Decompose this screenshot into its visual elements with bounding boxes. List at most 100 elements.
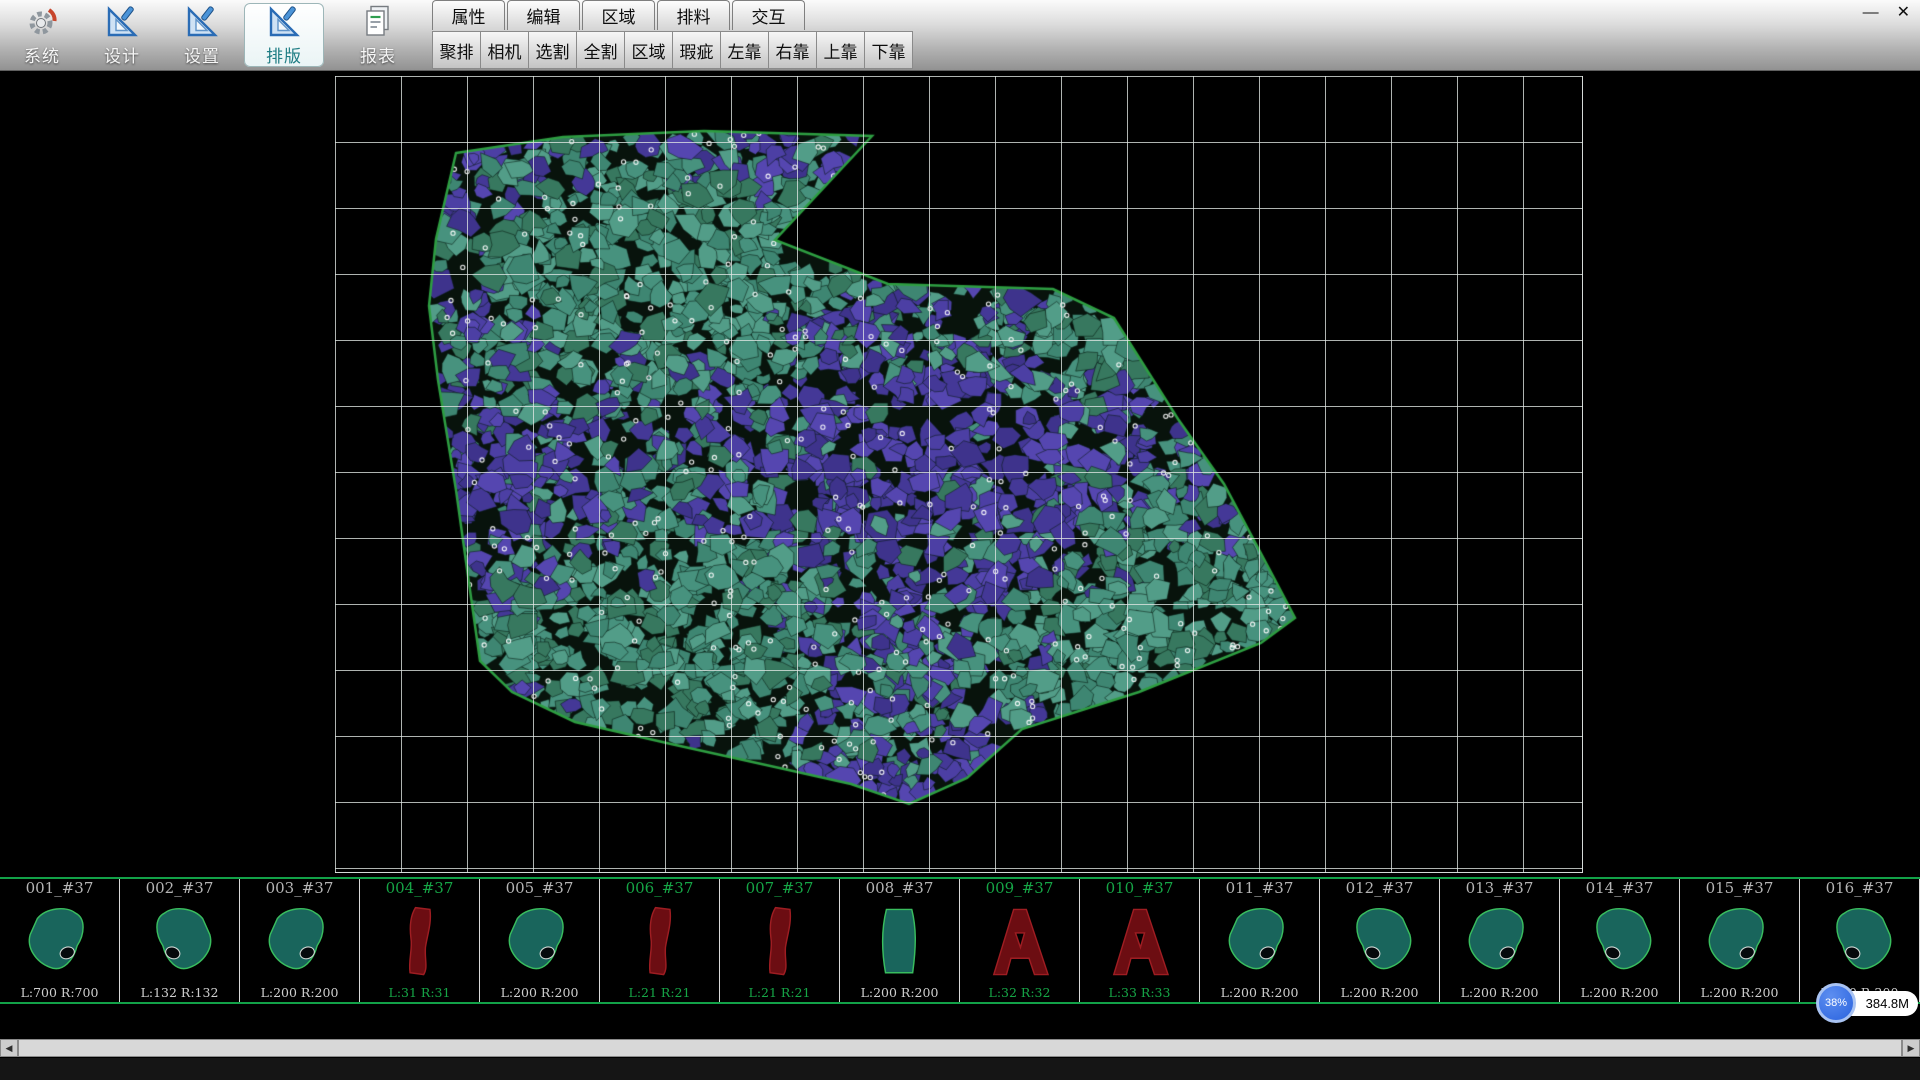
window-controls: — ✕ [1863, 4, 1910, 22]
piece-thumbnail[interactable]: 009_#37L:32 R:32 [960, 879, 1080, 1002]
minimize-button[interactable]: — [1863, 4, 1879, 22]
piece-name: 012_#37 [1346, 880, 1414, 897]
tool-button[interactable]: 左靠 [720, 31, 769, 69]
app-button-3[interactable]: 排版 [244, 3, 324, 67]
scroll-right-button[interactable]: ▶ [1902, 1039, 1920, 1057]
piece-shape-preview [258, 897, 342, 986]
piece-thumbnail[interactable]: 008_#37L:200 R:200 [840, 879, 960, 1002]
piece-name: 014_#37 [1586, 880, 1654, 897]
piece-shape-preview [138, 897, 222, 986]
menu-area: 属性编辑区域排料交互 聚排相机选割全割区域瑕疵左靠右靠上靠下靠 [432, 0, 912, 70]
app-button-label: 设置 [184, 42, 220, 67]
menu-tab[interactable]: 属性 [432, 0, 505, 30]
piece-name: 011_#37 [1226, 880, 1294, 897]
piece-shape-preview [1098, 897, 1182, 986]
tool-button[interactable]: 相机 [480, 31, 529, 69]
tool-button[interactable]: 下靠 [864, 31, 913, 69]
piece-name: 001_#37 [26, 880, 94, 897]
piece-size-label: L:200 R:200 [1221, 986, 1299, 1000]
piece-size-label: L:200 R:200 [1581, 986, 1659, 1000]
piece-shape-preview [1818, 897, 1902, 986]
piece-thumbnail[interactable]: 012_#37 L:200 R:200 [1320, 879, 1440, 1002]
nesting-workspace[interactable] [0, 71, 1920, 877]
tool-button[interactable]: 上靠 [816, 31, 865, 69]
piece-size-label: L:33 R:33 [1109, 986, 1171, 1000]
piece-name: 004_#37 [386, 880, 454, 897]
piece-thumbnail[interactable]: 010_#37 L:33 R:33 [1080, 879, 1200, 1002]
piece-thumbnail[interactable]: 003_#37 L:200 R:200 [240, 879, 360, 1002]
main-toolbar: 系统设计设置排版报表 属性编辑区域排料交互 聚排相机选割全割区域瑕疵左靠右靠上靠… [0, 0, 1920, 71]
tool-button[interactable]: 全割 [576, 31, 625, 69]
piece-thumbnail[interactable]: 014_#37 L:200 R:200 [1560, 879, 1680, 1002]
piece-thumbnail[interactable]: 005_#37L:200 R:200 [480, 879, 600, 1002]
piece-thumbnail[interactable]: 002_#37L:132 R:132 [120, 879, 240, 1002]
setsquare-icon [184, 4, 220, 40]
piece-thumbnail[interactable]: 001_#37 L:700 R:700 [0, 879, 120, 1002]
app-button-2[interactable]: 设置 [162, 0, 242, 70]
piece-shape-preview [378, 897, 462, 986]
status-bar-filler [0, 1058, 1920, 1080]
tool-button[interactable]: 瑕疵 [672, 31, 721, 69]
progress-badge: 38% [1816, 983, 1856, 1023]
piece-name: 015_#37 [1706, 880, 1774, 897]
app-button-label: 排版 [266, 42, 302, 67]
piece-size-label: L:200 R:200 [261, 986, 339, 1000]
tool-button[interactable]: 选割 [528, 31, 577, 69]
piece-shape-preview [858, 897, 942, 986]
piece-shape-preview [18, 897, 102, 986]
piece-shape-preview [1698, 897, 1782, 986]
app-button-4[interactable]: 报表 [338, 0, 418, 70]
piece-size-label: L:200 R:200 [861, 986, 939, 1000]
piece-shape-preview [738, 897, 822, 986]
tool-button[interactable]: 右靠 [768, 31, 817, 69]
gear-icon [24, 4, 60, 40]
piece-shape-preview [1218, 897, 1302, 986]
app-button-label: 报表 [360, 42, 396, 67]
piece-name: 007_#37 [746, 880, 814, 897]
horizontal-scrollbar[interactable]: ◀ ▶ [0, 1039, 1920, 1057]
app-button-label: 系统 [24, 42, 60, 67]
progress-value: 38% [1825, 997, 1847, 1009]
tool-button-bar: 聚排相机选割全割区域瑕疵左靠右靠上靠下靠 [432, 30, 912, 70]
scrollbar-track[interactable] [18, 1039, 1902, 1057]
app-launcher: 系统 设计 设置 排版 报表 [0, 0, 418, 70]
piece-thumbnail[interactable]: 007_#37L:21 R:21 [720, 879, 840, 1002]
leather-hide-canvas[interactable] [0, 71, 1920, 877]
piece-shape-preview [1578, 897, 1662, 986]
menu-tab[interactable]: 交互 [732, 0, 805, 30]
piece-name: 009_#37 [986, 880, 1054, 897]
piece-shape-preview [618, 897, 702, 986]
piece-thumbnail[interactable]: 013_#37 L:200 R:200 [1440, 879, 1560, 1002]
piece-thumbnail[interactable]: 016_#37L:200 R:200 [1800, 879, 1920, 1002]
menu-tab[interactable]: 区域 [582, 0, 655, 30]
menu-tab-bar: 属性编辑区域排料交互 [432, 0, 912, 30]
menu-tab[interactable]: 编辑 [507, 0, 580, 30]
app-button-0[interactable]: 系统 [2, 0, 82, 70]
tool-button[interactable]: 聚排 [432, 31, 481, 69]
piece-thumbnail[interactable]: 015_#37 L:200 R:200 [1680, 879, 1800, 1002]
piece-size-label: L:200 R:200 [1701, 986, 1779, 1000]
scrollbar-thumb[interactable] [18, 1039, 1902, 1057]
piece-size-label: L:200 R:200 [1341, 986, 1419, 1000]
app-button-1[interactable]: 设计 [82, 0, 162, 70]
piece-thumbnail[interactable]: 006_#37L:21 R:21 [600, 879, 720, 1002]
tool-button[interactable]: 区域 [624, 31, 673, 69]
piece-name: 010_#37 [1106, 880, 1174, 897]
piece-thumbnail-strip: 001_#37L:700 R:700002_#37L:132 R:132003_… [0, 877, 1920, 1004]
close-button[interactable]: ✕ [1897, 4, 1910, 22]
piece-shape-preview [498, 897, 582, 986]
setsquare-icon [104, 4, 140, 40]
scroll-left-button[interactable]: ◀ [0, 1039, 18, 1057]
piece-thumbnail[interactable]: 011_#37 L:200 R:200 [1200, 879, 1320, 1002]
piece-name: 013_#37 [1466, 880, 1534, 897]
piece-thumbnail[interactable]: 004_#37L:31 R:31 [360, 879, 480, 1002]
piece-size-label: L:200 R:200 [501, 986, 579, 1000]
piece-size-label: L:21 R:21 [629, 986, 691, 1000]
piece-size-label: L:200 R:200 [1461, 986, 1539, 1000]
piece-name: 003_#37 [266, 880, 334, 897]
piece-size-label: L:700 R:700 [21, 986, 99, 1000]
menu-tab[interactable]: 排料 [657, 0, 730, 30]
report-icon [360, 4, 396, 40]
piece-size-label: L:132 R:132 [141, 986, 219, 1000]
app-button-label: 设计 [104, 42, 140, 67]
